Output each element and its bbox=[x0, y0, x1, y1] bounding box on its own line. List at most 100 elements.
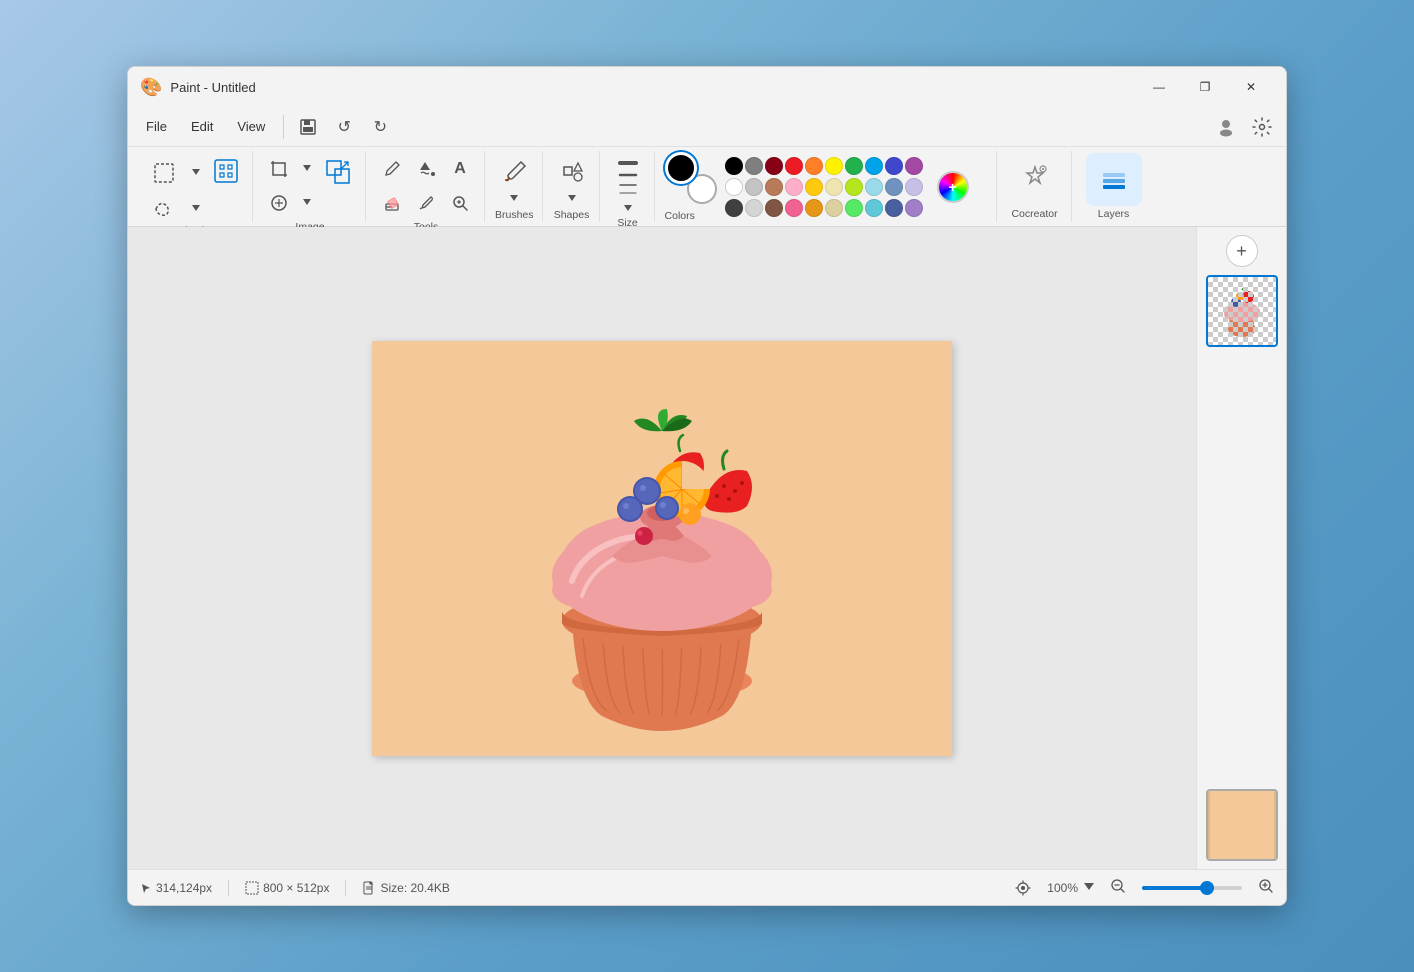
layer-1-thumbnail[interactable] bbox=[1206, 275, 1278, 347]
minimize-button[interactable]: — bbox=[1136, 71, 1182, 103]
color-gold[interactable] bbox=[805, 178, 823, 196]
eyedropper-button[interactable] bbox=[410, 187, 442, 219]
palette-row-1 bbox=[725, 157, 923, 175]
select2-dropdown-button[interactable] bbox=[186, 195, 206, 223]
color-p3-7[interactable] bbox=[845, 199, 863, 217]
pencil-button[interactable] bbox=[376, 153, 408, 185]
image-dimensions: 800 × 512px bbox=[263, 881, 329, 895]
primary-color-swatch[interactable] bbox=[665, 152, 697, 184]
menu-right-icons bbox=[1210, 111, 1278, 143]
zoom-slider-thumb[interactable] bbox=[1200, 881, 1214, 895]
canvas-area[interactable] bbox=[128, 227, 1196, 869]
crop-button[interactable] bbox=[263, 153, 295, 185]
window-controls: — ❐ ✕ bbox=[1136, 71, 1274, 103]
file-size-value: Size: 20.4KB bbox=[380, 881, 449, 895]
tools-row1: A bbox=[376, 153, 476, 185]
size-group: Size bbox=[602, 151, 655, 222]
color-picker-button[interactable]: + bbox=[937, 171, 969, 203]
colors-group: Colors bbox=[657, 151, 997, 222]
color-p3-5[interactable] bbox=[805, 199, 823, 217]
tools-buttons: A bbox=[376, 153, 476, 219]
color-cyan[interactable] bbox=[865, 157, 883, 175]
zoom-slider[interactable] bbox=[1142, 886, 1242, 890]
text-button[interactable]: A bbox=[444, 153, 476, 185]
image-row2 bbox=[263, 187, 317, 219]
focus-icon bbox=[1015, 880, 1031, 896]
brush-main-button[interactable] bbox=[496, 153, 532, 189]
color-p3-4[interactable] bbox=[785, 199, 803, 217]
selection-icon bbox=[245, 881, 259, 895]
color-gray[interactable] bbox=[745, 157, 763, 175]
brushes-group: Brushes bbox=[487, 151, 543, 222]
menu-view[interactable]: View bbox=[227, 115, 275, 138]
window-title: Paint - Untitled bbox=[170, 80, 1128, 95]
resize-image-button[interactable] bbox=[319, 153, 357, 191]
redo-button[interactable]: ↻ bbox=[364, 111, 396, 143]
color-red[interactable] bbox=[785, 157, 803, 175]
fill-button[interactable] bbox=[410, 153, 442, 185]
color-steelblue[interactable] bbox=[885, 178, 903, 196]
color-darkred[interactable] bbox=[765, 157, 783, 175]
color-lightgray[interactable] bbox=[745, 178, 763, 196]
close-button[interactable]: ✕ bbox=[1228, 71, 1274, 103]
maximize-button[interactable]: ❐ bbox=[1182, 71, 1228, 103]
color-p3-1[interactable] bbox=[725, 199, 743, 217]
layer-bg-color bbox=[1208, 789, 1276, 861]
color-purple[interactable] bbox=[905, 157, 923, 175]
save-button[interactable] bbox=[292, 111, 324, 143]
color-pink[interactable] bbox=[785, 178, 803, 196]
layer-2-thumbnail[interactable] bbox=[1206, 789, 1278, 861]
zoom-controls: 100% bbox=[1047, 881, 1094, 895]
sticker-button[interactable] bbox=[263, 187, 295, 219]
zoom-out-button[interactable] bbox=[1110, 878, 1126, 897]
shapes-main-button[interactable] bbox=[554, 153, 590, 189]
color-cream[interactable] bbox=[825, 178, 843, 196]
zoom-tool-button[interactable] bbox=[444, 187, 476, 219]
color-p3-10[interactable] bbox=[905, 199, 923, 217]
selection-col bbox=[144, 153, 206, 223]
color-black[interactable] bbox=[725, 157, 743, 175]
cocreator-button[interactable] bbox=[1011, 153, 1059, 201]
color-p3-8[interactable] bbox=[865, 199, 883, 217]
size-main-button[interactable] bbox=[610, 153, 646, 201]
palette-row-3 bbox=[725, 199, 923, 217]
image-select-button[interactable] bbox=[208, 153, 244, 189]
free-select-button[interactable] bbox=[144, 195, 184, 223]
settings-button[interactable] bbox=[1246, 111, 1278, 143]
color-green[interactable] bbox=[845, 157, 863, 175]
size-dropdown-button[interactable] bbox=[610, 203, 646, 215]
menu-file[interactable]: File bbox=[136, 115, 177, 138]
rectangle-select-button[interactable] bbox=[144, 153, 184, 193]
color-brown[interactable] bbox=[765, 178, 783, 196]
selection-row2 bbox=[144, 195, 206, 223]
color-lavender[interactable] bbox=[905, 178, 923, 196]
color-p3-3[interactable] bbox=[765, 199, 783, 217]
color-p3-9[interactable] bbox=[885, 199, 903, 217]
undo-button[interactable]: ↺ bbox=[328, 111, 360, 143]
layers-label: Layers bbox=[1098, 206, 1130, 220]
color-blue[interactable] bbox=[885, 157, 903, 175]
cursor-icon bbox=[140, 882, 152, 894]
shapes-dropdown-button[interactable] bbox=[554, 191, 590, 207]
menu-separator bbox=[283, 115, 284, 139]
user-icon-button[interactable] bbox=[1210, 111, 1242, 143]
color-lightblue[interactable] bbox=[865, 178, 883, 196]
selection-size: 800 × 512px bbox=[245, 881, 329, 895]
rotate-dropdown-button[interactable] bbox=[297, 153, 317, 185]
brushes-dropdown-button[interactable] bbox=[496, 191, 532, 207]
color-p3-2[interactable] bbox=[745, 199, 763, 217]
color-lime[interactable] bbox=[845, 178, 863, 196]
zoom-in-button[interactable] bbox=[1258, 878, 1274, 897]
color-white[interactable] bbox=[725, 178, 743, 196]
layers-button[interactable] bbox=[1086, 153, 1142, 206]
select3-dropdown-button[interactable] bbox=[297, 187, 317, 219]
menu-edit[interactable]: Edit bbox=[181, 115, 223, 138]
add-layer-button[interactable]: + bbox=[1226, 235, 1258, 267]
zoom-slider-track bbox=[1142, 886, 1202, 890]
select-dropdown-button[interactable] bbox=[186, 153, 206, 193]
color-yellow[interactable] bbox=[825, 157, 843, 175]
color-orange[interactable] bbox=[805, 157, 823, 175]
color-p3-6[interactable] bbox=[825, 199, 843, 217]
image-buttons bbox=[263, 153, 357, 219]
eraser-button[interactable] bbox=[376, 187, 408, 219]
